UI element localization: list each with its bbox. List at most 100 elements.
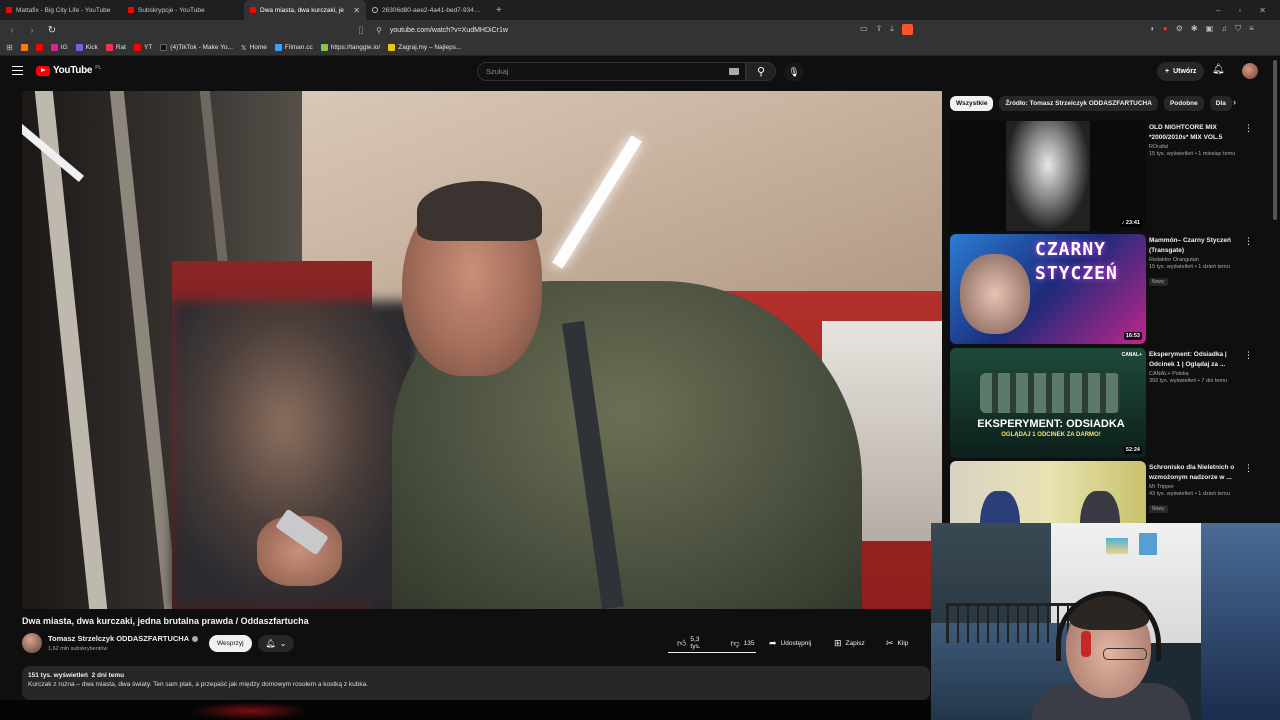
new-tab-icon[interactable]: + [488, 5, 510, 16]
bookmark-label: IG [60, 44, 68, 51]
search-button[interactable]: ⚲ [746, 62, 776, 81]
shield-icon[interactable]: ⛉ [1235, 24, 1241, 34]
channel-name[interactable]: CANAL+ Polska [1149, 371, 1237, 377]
minimize-icon[interactable]: – [1216, 6, 1220, 15]
bookmark-item[interactable]: IG [50, 44, 68, 51]
apps-icon[interactable]: ⊞ [6, 43, 13, 52]
search-input[interactable]: Szukaj [477, 62, 746, 81]
close-icon[interactable]: ✕ [353, 6, 360, 15]
cast-icon[interactable]: ▭ [860, 24, 868, 35]
bookmark-item[interactable]: YT [133, 44, 152, 51]
plus-icon: + [1165, 68, 1170, 75]
description-box[interactable]: 151 tys. wyświetleń 2 dni temu Kurczak z… [22, 666, 930, 700]
sidebar-icon[interactable]: ▣ [1206, 24, 1214, 34]
video-info: Mammón– Czarny Styczeń (Transgate) Redak… [1149, 236, 1237, 288]
chip-source[interactable]: Źródło: Tomasz Strzelczyk ODDASZFARTUCHA [999, 95, 1158, 111]
post-date: 2 dni temu [91, 672, 125, 679]
bookmark-item[interactable]: 𝕏 Home [241, 44, 267, 52]
channel-name[interactable]: ROrafal [1149, 144, 1237, 150]
browser-tab-active[interactable]: Dwa miasta, dwa kurczaki, je ✕ [244, 0, 366, 20]
chip-related[interactable]: Podobne [1163, 95, 1204, 111]
blurred-region [190, 702, 310, 720]
forward-icon[interactable]: › [26, 25, 38, 36]
browser-tab[interactable]: 26306d80-aee2-4a41-bed7-934a8c [366, 0, 488, 20]
video-title[interactable]: OLD NIGHTCORE MIX *2000/2010s* MIX VOL.5 [1149, 123, 1237, 142]
more-options-icon[interactable]: ⋮ [1244, 236, 1253, 247]
bookmark-item[interactable]: (4)TikTok - Make Yo... [160, 44, 233, 51]
brave-shield-icon[interactable] [901, 24, 913, 35]
bookmark-item[interactable]: Rat [105, 44, 126, 51]
recommended-video[interactable]: CZARNY STYCZEŃ 16:53 Mammón– Czarny Styc… [950, 234, 1253, 344]
video-title[interactable]: Schronisko dla Nieletnich o wzmożonym na… [1149, 463, 1237, 482]
filter-chips: Wszystkie Źródło: Tomasz Strzelczyk ODDA… [950, 95, 1250, 111]
bookmark-icon[interactable]: ▯ [355, 25, 367, 36]
more-options-icon[interactable]: ⋮ [1244, 463, 1253, 474]
youtube-logo[interactable]: YouTube PL [36, 65, 101, 76]
extension-icon[interactable]: ⚙ [1176, 24, 1183, 34]
extension-icon[interactable]: ◗ [1150, 24, 1155, 34]
voice-search-button[interactable]: 🎙 [784, 62, 804, 82]
chip-all[interactable]: Wszystkie [950, 95, 994, 111]
video-thumbnail[interactable]: ♪ 23:41 [950, 121, 1146, 231]
maximize-icon[interactable]: ▫ [1238, 6, 1241, 15]
user-avatar[interactable] [1242, 63, 1258, 79]
download-icon[interactable]: ⤓ [890, 24, 894, 35]
chip-for-you[interactable]: Dla [1209, 95, 1232, 111]
chevron-right-icon[interactable]: › [1233, 97, 1236, 107]
bookmark-item[interactable]: Filman.cc [274, 44, 313, 51]
menu-icon[interactable]: ≡ [1249, 24, 1254, 34]
bookmark-label: https://tanggle.io/ [330, 44, 381, 51]
youtube-favicon-icon [128, 7, 134, 13]
support-button[interactable]: Wesprzyj [209, 635, 252, 652]
video-title[interactable]: Mammón– Czarny Styczeń (Transgate) [1149, 236, 1237, 255]
video-player[interactable] [22, 91, 942, 609]
browser-tab[interactable]: Mattafix - Big City Life - YouTube [0, 0, 122, 20]
keyboard-icon[interactable] [729, 68, 739, 75]
logo-text: YouTube [53, 65, 93, 76]
logo-country: PL [95, 65, 102, 71]
channel-name[interactable]: Mr Tripper [1149, 484, 1237, 490]
site-info-icon[interactable]: ⚲ [376, 26, 382, 35]
hamburger-menu-icon[interactable] [12, 66, 23, 75]
recommended-video[interactable]: CANAL+ EKSPERYMENT: ODSIADKA OGLĄDAJ 1 O… [950, 348, 1253, 458]
music-icon[interactable]: ♫ [1221, 24, 1227, 34]
channel-name[interactable]: Tomasz Strzelczyk ODDASZFARTUCHA [48, 634, 199, 643]
dislike-button[interactable]: 👎︎ 135 [726, 638, 760, 649]
clip-button[interactable]: ✂ Klip [881, 634, 913, 653]
puzzle-icon[interactable]: ✱ [1191, 24, 1198, 34]
url-bar[interactable]: ⚲ youtube.com/watch?v=XudMHDiCr1w [372, 22, 932, 38]
browser-tab[interactable]: Subskrypcje - YouTube [122, 0, 244, 20]
more-options-icon[interactable]: ⋮ [1244, 350, 1253, 361]
save-button[interactable]: ⊞ Zapisz [829, 634, 870, 653]
share-icon[interactable]: ⇪ [876, 24, 883, 35]
recommended-video[interactable]: ♪ 23:41 OLD NIGHTCORE MIX *2000/2010s* M… [950, 121, 1253, 231]
video-title[interactable]: Eksperyment: Odsiadka | Odcinek 1 | Oglą… [1149, 350, 1237, 369]
description-text: Kurczak z rożna – dwa miasta, dwa światy… [28, 681, 369, 688]
record-icon[interactable]: ● [1163, 24, 1168, 34]
bookmark-item[interactable]: https://tanggle.io/ [320, 44, 381, 51]
thumbs-up-icon: 👍︎ [677, 637, 687, 648]
thumbs-down-icon: 👎︎ [730, 637, 740, 648]
like-button[interactable]: 👍︎ 5,3 tys. [672, 636, 706, 650]
close-window-icon[interactable]: ✕ [1259, 6, 1266, 15]
page-scrollbar[interactable] [1273, 60, 1277, 220]
bookmark-item[interactable]: Zagraj.my – Najleps... [388, 44, 461, 51]
channel-name[interactable]: Redaktor Orangutan [1149, 257, 1237, 263]
webcam-scene [1106, 538, 1128, 554]
channel-avatar[interactable] [22, 633, 42, 653]
back-icon[interactable]: ‹ [6, 25, 18, 36]
bookmark-item[interactable] [20, 44, 28, 51]
video-thumbnail[interactable]: CZARNY STYCZEŃ 16:53 [950, 234, 1146, 344]
more-options-icon[interactable]: ⋮ [1244, 123, 1253, 134]
notifications-bell-icon[interactable]: 🔔︎ [1212, 64, 1225, 75]
notification-settings-button[interactable]: 🔔︎ ⌄ [258, 635, 294, 652]
video-thumbnail[interactable]: CANAL+ EKSPERYMENT: ODSIADKA OGLĄDAJ 1 O… [950, 348, 1146, 458]
youtube-favicon-icon [250, 7, 256, 13]
bookmark-item[interactable] [35, 44, 43, 51]
window-controls: – ▫ ✕ [1216, 6, 1280, 15]
reload-icon[interactable]: ↻ [46, 25, 58, 36]
bookmark-item[interactable]: Kick [75, 44, 98, 51]
bell-icon: 🔔︎ [265, 639, 276, 648]
create-button[interactable]: + Utwórz [1157, 62, 1205, 81]
share-button[interactable]: ➦ Udostępnij [764, 634, 816, 653]
